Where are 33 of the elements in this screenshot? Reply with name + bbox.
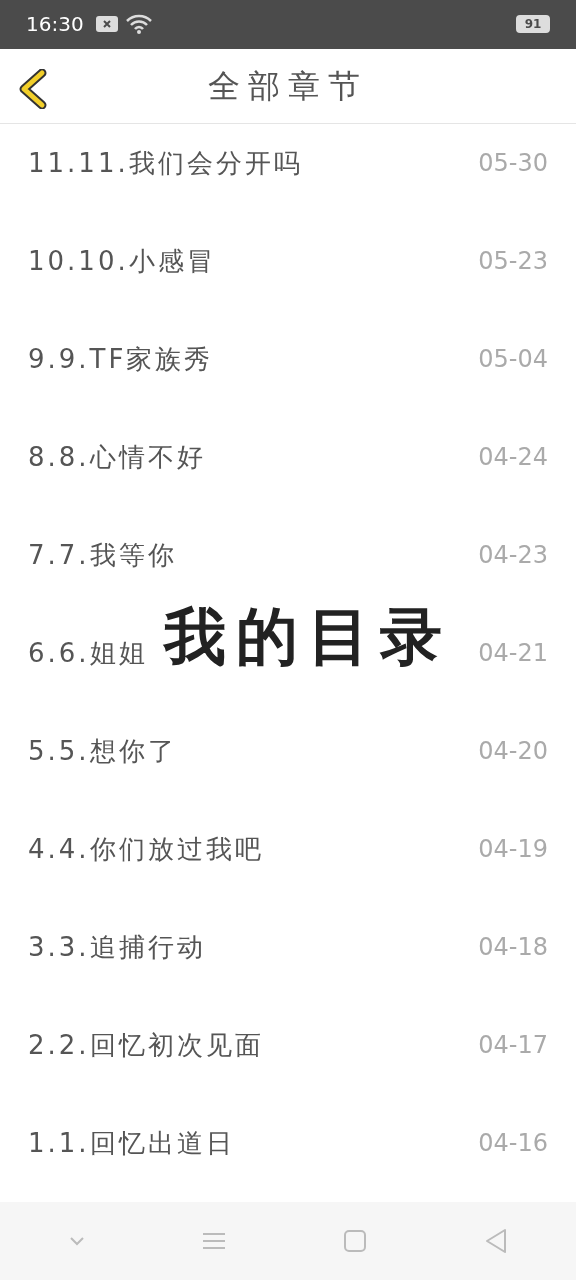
chapter-title[interactable]: 10.10.小感冒: [28, 241, 216, 281]
chapter-date: 04-18: [478, 932, 548, 964]
chapter-date: 05-30: [478, 148, 548, 180]
chapter-date: 04-21: [478, 638, 548, 670]
wifi-icon: [125, 14, 152, 35]
menu-icon[interactable]: [201, 1231, 226, 1252]
chevron-left-icon: [18, 68, 48, 109]
chapter-date: 04-24: [478, 442, 548, 474]
chapter-title[interactable]: 7.7.我等你: [28, 535, 177, 575]
status-time: 16:30: [26, 11, 84, 39]
back-icon[interactable]: [483, 1228, 508, 1255]
notification-icon: [95, 16, 118, 33]
chapter-title[interactable]: 6.6.姐姐: [28, 633, 148, 673]
chapter-title[interactable]: 3.3.追捕行动: [28, 927, 206, 967]
page-title: 全部章节: [208, 65, 368, 107]
chapter-title[interactable]: 9.9.TF家族秀: [28, 339, 214, 379]
chevron-down-icon[interactable]: [68, 1236, 85, 1247]
chapter-date: 04-19: [478, 834, 548, 866]
chapter-title[interactable]: 2.2.回忆初次见面: [28, 1025, 264, 1065]
chapter-date: 04-16: [478, 1128, 548, 1160]
chapter-title[interactable]: 4.4.你们放过我吧: [28, 829, 264, 869]
chapter-date: 05-04: [478, 344, 548, 376]
chapter-title[interactable]: 1.1.回忆出道日: [28, 1123, 235, 1163]
battery-indicator: 91: [516, 15, 550, 34]
chapter-date: 04-23: [478, 540, 548, 572]
overlay-title: 我的目录: [164, 599, 452, 675]
chapter-title[interactable]: 11.11.我们会分开吗: [28, 143, 303, 183]
chapter-title[interactable]: 8.8.心情不好: [28, 437, 206, 477]
chapter-title[interactable]: 5.5.想你了: [28, 731, 177, 771]
chapter-date: 04-17: [478, 1030, 548, 1062]
chapter-date: 04-20: [478, 736, 548, 768]
home-icon[interactable]: [342, 1229, 367, 1254]
chapter-date: 05-23: [478, 246, 548, 278]
